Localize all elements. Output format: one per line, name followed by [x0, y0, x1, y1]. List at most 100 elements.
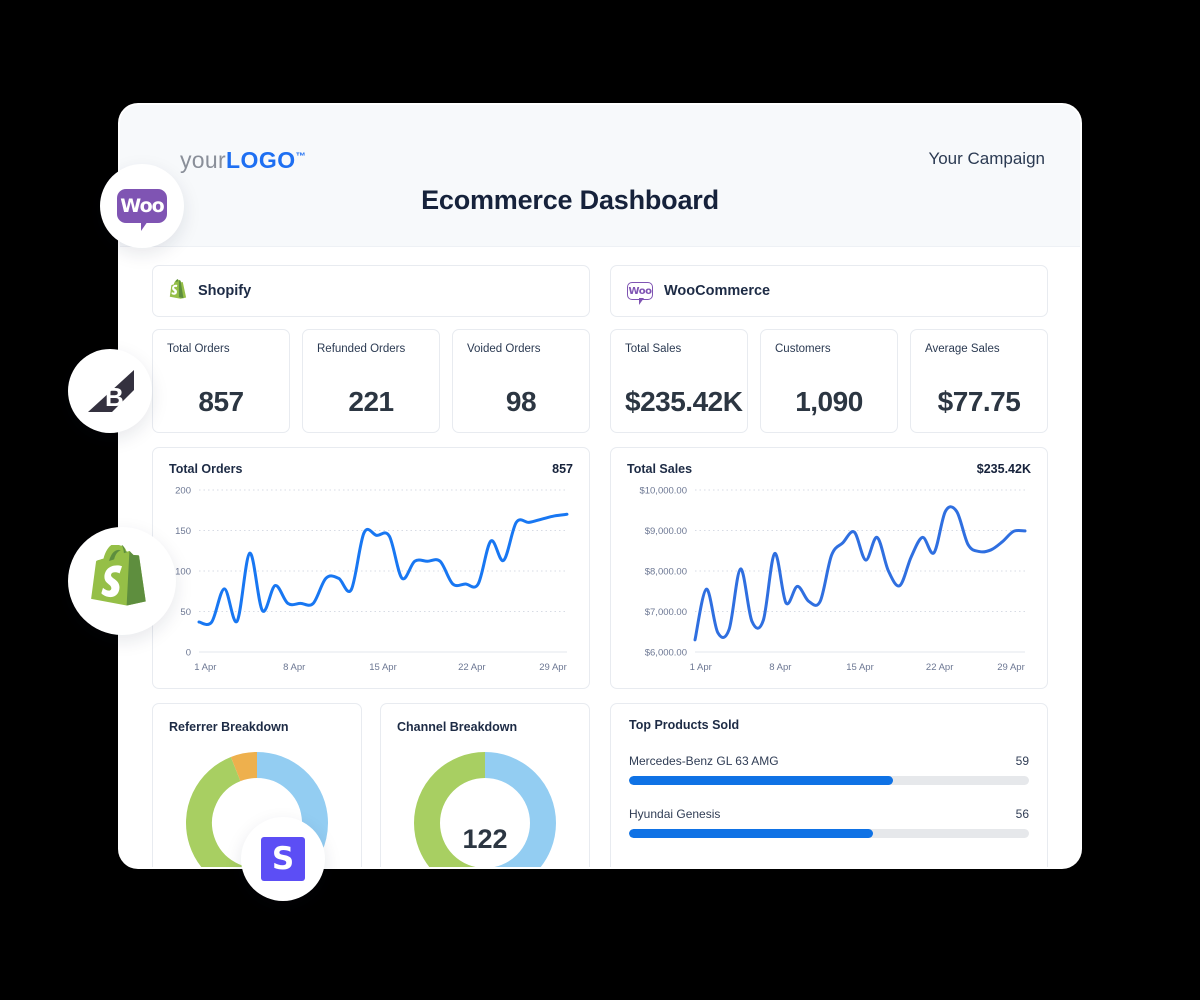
product-count: 56 — [1015, 807, 1029, 821]
stripe-badge: S — [241, 817, 325, 901]
card-title: Top Products Sold — [629, 718, 740, 732]
chart-card-total-orders[interactable]: Total Orders 857 0 50 100 150 200 1 Apr 8 Apr 1… — [152, 447, 590, 689]
shopify-column: Shopify Total Orders 857 Refunded Orders… — [152, 265, 590, 689]
trademark-symbol: ™ — [295, 151, 306, 163]
chart-total-value: $235.42K — [976, 462, 1031, 476]
chart-title: Total Sales — [627, 462, 693, 476]
page-title: Ecommerce Dashboard — [421, 185, 719, 215]
line-chart-total-orders: 0 50 100 150 200 1 Apr 8 Apr 15 Apr 22 Apr 29 Apr — [169, 482, 573, 678]
card-channel-breakdown[interactable]: Channel Breakdown 122 — [380, 703, 590, 867]
woocommerce-icon: Woo — [627, 282, 653, 305]
bigcommerce-icon: B — [88, 370, 134, 412]
shopify-badge — [68, 527, 176, 635]
svg-text:15 Apr: 15 Apr — [846, 662, 873, 673]
svg-text:1 Apr: 1 Apr — [194, 662, 216, 673]
svg-text:22 Apr: 22 Apr — [458, 662, 485, 673]
svg-text:100: 100 — [175, 567, 191, 578]
svg-text:8 Apr: 8 Apr — [769, 662, 791, 673]
svg-text:200: 200 — [175, 486, 191, 497]
product-line: Mercedes-Benz GL 63 AMG 59 — [629, 754, 1029, 768]
chart-total-value: 857 — [552, 462, 573, 476]
donut-center-value: 122 — [462, 824, 508, 854]
svg-text:0: 0 — [186, 648, 191, 659]
app-header: yourLOGO™ Your Campaign Ecommerce Dashbo… — [120, 105, 1080, 247]
kpi-value: 221 — [348, 386, 394, 417]
bigcommerce-badge: B — [68, 349, 152, 433]
campaign-name: Your Campaign — [928, 149, 1045, 168]
svg-text:29 Apr: 29 Apr — [539, 662, 566, 673]
woocommerce-badge: Woo — [100, 164, 184, 248]
kpi-value: $77.75 — [937, 386, 1021, 417]
kpi-label: Total Sales — [625, 343, 682, 355]
app-body: Shopify Total Orders 857 Refunded Orders… — [120, 247, 1080, 867]
platform-header-shopify[interactable]: Shopify — [152, 265, 590, 317]
woocommerce-icon: Woo — [117, 189, 167, 231]
dashboard-window: yourLOGO™ Your Campaign Ecommerce Dashbo… — [120, 105, 1080, 867]
logo-brand-text: LOGO — [225, 147, 296, 173]
shopify-icon — [169, 278, 187, 304]
card-title: Channel Breakdown — [397, 720, 518, 734]
kpi-row-woocommerce: Total Sales $235.42K Customers 1,090 Ave… — [610, 329, 1048, 433]
woocommerce-badge-label: Woo — [120, 195, 164, 217]
product-name: Hyundai Genesis — [629, 807, 721, 821]
svg-text:22 Apr: 22 Apr — [926, 662, 953, 673]
kpi-label: Total Orders — [167, 343, 230, 355]
kpi-card[interactable]: Voided Orders 98 — [452, 329, 590, 433]
donut-segment — [230, 752, 258, 782]
kpi-value: $235.42K — [625, 386, 743, 417]
product-bar-fill — [629, 829, 873, 838]
screenshot-stage: yourLOGO™ Your Campaign Ecommerce Dashbo… — [0, 0, 1200, 1000]
kpi-value: 857 — [198, 386, 244, 417]
svg-text:$10,000.00: $10,000.00 — [639, 486, 687, 497]
svg-text:$7,000.00: $7,000.00 — [645, 607, 687, 618]
product-row[interactable]: Hyundai Genesis 56 — [629, 807, 1029, 838]
kpi-card[interactable]: Total Sales $235.42K — [610, 329, 748, 433]
kpi-row-shopify: Total Orders 857 Refunded Orders 221 Voi… — [152, 329, 590, 433]
kpi-card[interactable]: Customers 1,090 — [760, 329, 898, 433]
stripe-badge-label: S — [271, 841, 295, 877]
svg-text:1 Apr: 1 Apr — [690, 662, 712, 673]
svg-text:150: 150 — [175, 526, 191, 537]
chart-card-total-sales[interactable]: Total Sales $235.42K $6,000.00 $7,000.00 $… — [610, 447, 1048, 689]
svg-text:$8,000.00: $8,000.00 — [645, 567, 687, 578]
svg-text:8 Apr: 8 Apr — [283, 662, 305, 673]
product-row[interactable]: Mercedes-Benz GL 63 AMG 59 — [629, 754, 1029, 785]
svg-text:B: B — [105, 382, 124, 412]
platform-columns: Shopify Total Orders 857 Refunded Orders… — [152, 265, 1048, 689]
platform-name-woocommerce: WooCommerce — [664, 283, 771, 299]
shopify-icon — [91, 545, 146, 606]
svg-text:15 Apr: 15 Apr — [369, 662, 396, 673]
svg-text:$9,000.00: $9,000.00 — [645, 526, 687, 537]
product-name: Mercedes-Benz GL 63 AMG — [629, 754, 779, 768]
kpi-card[interactable]: Total Orders 857 — [152, 329, 290, 433]
platform-name-shopify: Shopify — [198, 283, 252, 299]
logo-your-text: your — [180, 147, 226, 173]
svg-text:29 Apr: 29 Apr — [997, 662, 1024, 673]
line-chart-total-sales: $6,000.00 $7,000.00 $8,000.00 $9,000.00 $10,… — [627, 482, 1031, 678]
stripe-icon: S — [261, 837, 305, 881]
chart-title: Total Orders — [169, 462, 243, 476]
kpi-label: Voided Orders — [467, 343, 541, 355]
chart-header: Total Orders 857 — [169, 462, 573, 476]
card-title: Referrer Breakdown — [169, 720, 289, 734]
kpi-card[interactable]: Refunded Orders 221 — [302, 329, 440, 433]
product-bar-fill — [629, 776, 893, 785]
donut-channel: 122 — [397, 748, 573, 867]
svg-text:50: 50 — [180, 607, 191, 618]
product-count: 59 — [1015, 754, 1029, 768]
woocommerce-column: Woo WooCommerce Total Sales $235.42K Cus… — [610, 265, 1048, 689]
product-bar-track — [629, 829, 1029, 838]
platform-header-woocommerce[interactable]: Woo WooCommerce — [610, 265, 1048, 317]
chart-header: Total Sales $235.42K — [627, 462, 1031, 476]
card-top-products[interactable]: Top Products Sold Mercedes-Benz GL 63 AM… — [610, 703, 1048, 867]
kpi-value: 1,090 — [795, 386, 863, 417]
product-bar-track — [629, 776, 1029, 785]
kpi-label: Refunded Orders — [317, 343, 406, 355]
kpi-label: Average Sales — [925, 343, 1000, 355]
brand-logo: yourLOGO™ — [180, 147, 306, 174]
kpi-label: Customers — [775, 343, 831, 355]
product-line: Hyundai Genesis 56 — [629, 807, 1029, 821]
breakdown-group: Referrer Breakdown 4 Channel Breakdown 1… — [152, 703, 590, 867]
kpi-card[interactable]: Average Sales $77.75 — [910, 329, 1048, 433]
top-products-column: Top Products Sold Mercedes-Benz GL 63 AM… — [610, 703, 1048, 867]
